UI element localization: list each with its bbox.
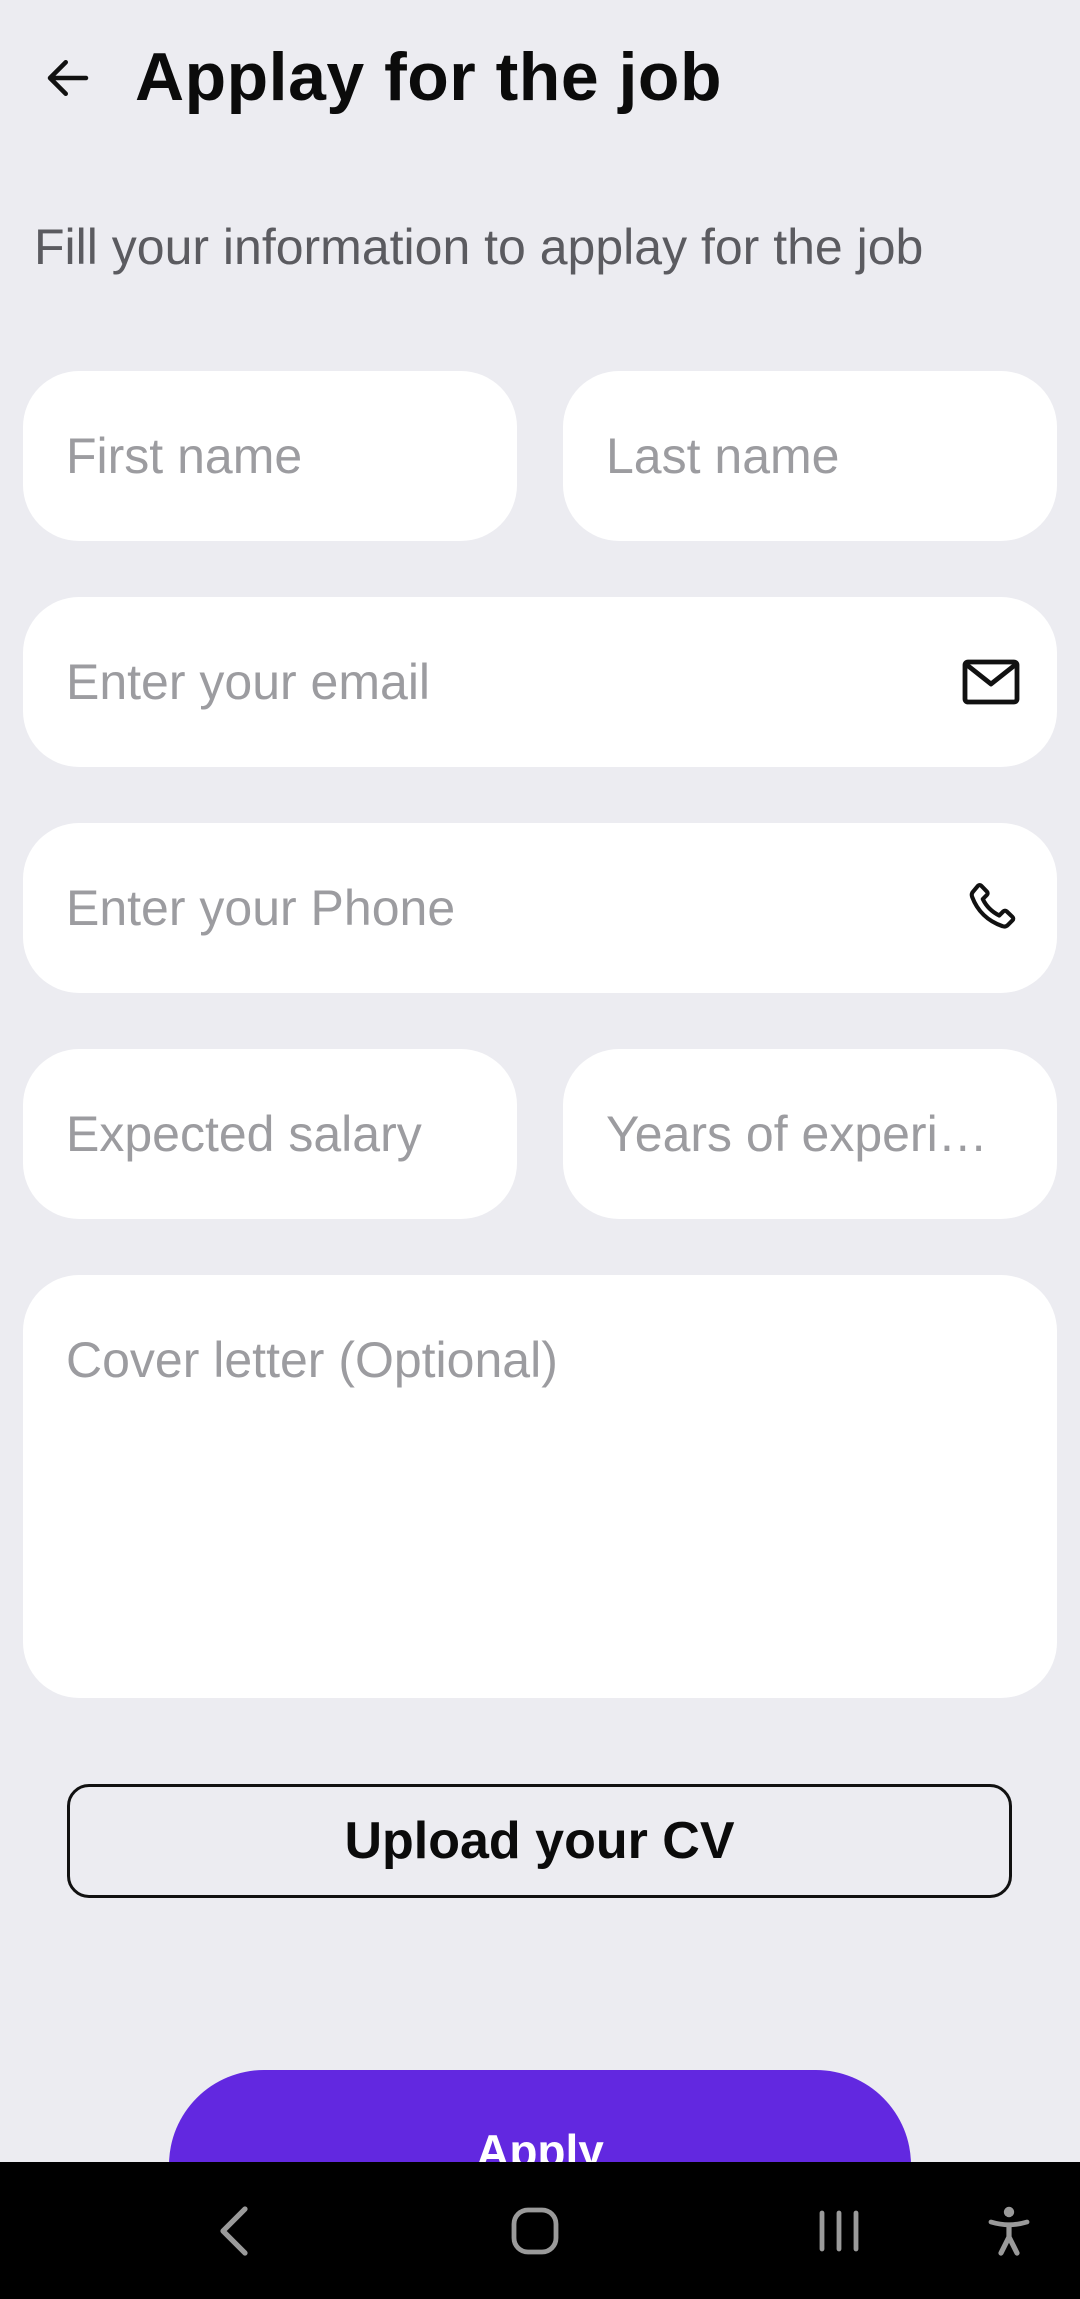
nav-recent-apps-button[interactable] [806,2198,872,2264]
last-name-placeholder: Last name [606,428,840,484]
nav-back-icon [220,2206,248,2256]
accessibility-icon [988,2206,1030,2256]
back-button[interactable] [32,42,104,114]
last-name-field[interactable]: Last name [563,371,1057,541]
years-of-experience-placeholder: Years of experi… [606,1106,988,1162]
cover-letter-textarea[interactable]: Cover letter (Optional) [23,1275,1057,1698]
accessibility-button[interactable] [976,2198,1042,2264]
expected-salary-field[interactable]: Expected salary [23,1049,517,1219]
first-name-field[interactable]: First name [23,371,517,541]
nav-recent-apps-icon [819,2210,859,2252]
phone-field[interactable]: Enter your Phone [23,823,1057,993]
app-header: Applay for the job [0,0,1080,160]
email-field[interactable]: Enter your email [23,597,1057,767]
email-placeholder: Enter your email [66,654,431,710]
mail-icon [961,652,1021,712]
nav-back-button[interactable] [202,2198,268,2264]
nav-home-icon [511,2207,559,2255]
nav-home-button[interactable] [502,2198,568,2264]
arrow-left-icon [47,60,89,96]
page-title: Applay for the job [135,39,722,115]
phone-icon [961,878,1021,938]
page-subtitle: Fill your information to applay for the … [34,219,924,275]
years-of-experience-field[interactable]: Years of experi… [563,1049,1057,1219]
system-nav-bar [0,2162,1080,2299]
phone-placeholder: Enter your Phone [66,880,456,936]
upload-cv-button[interactable]: Upload your CV [67,1784,1012,1898]
apply-job-screen: Applay for the job Fill your information… [0,0,1080,2299]
cover-letter-placeholder: Cover letter (Optional) [66,1332,558,1388]
expected-salary-placeholder: Expected salary [66,1106,422,1162]
first-name-placeholder: First name [66,428,303,484]
